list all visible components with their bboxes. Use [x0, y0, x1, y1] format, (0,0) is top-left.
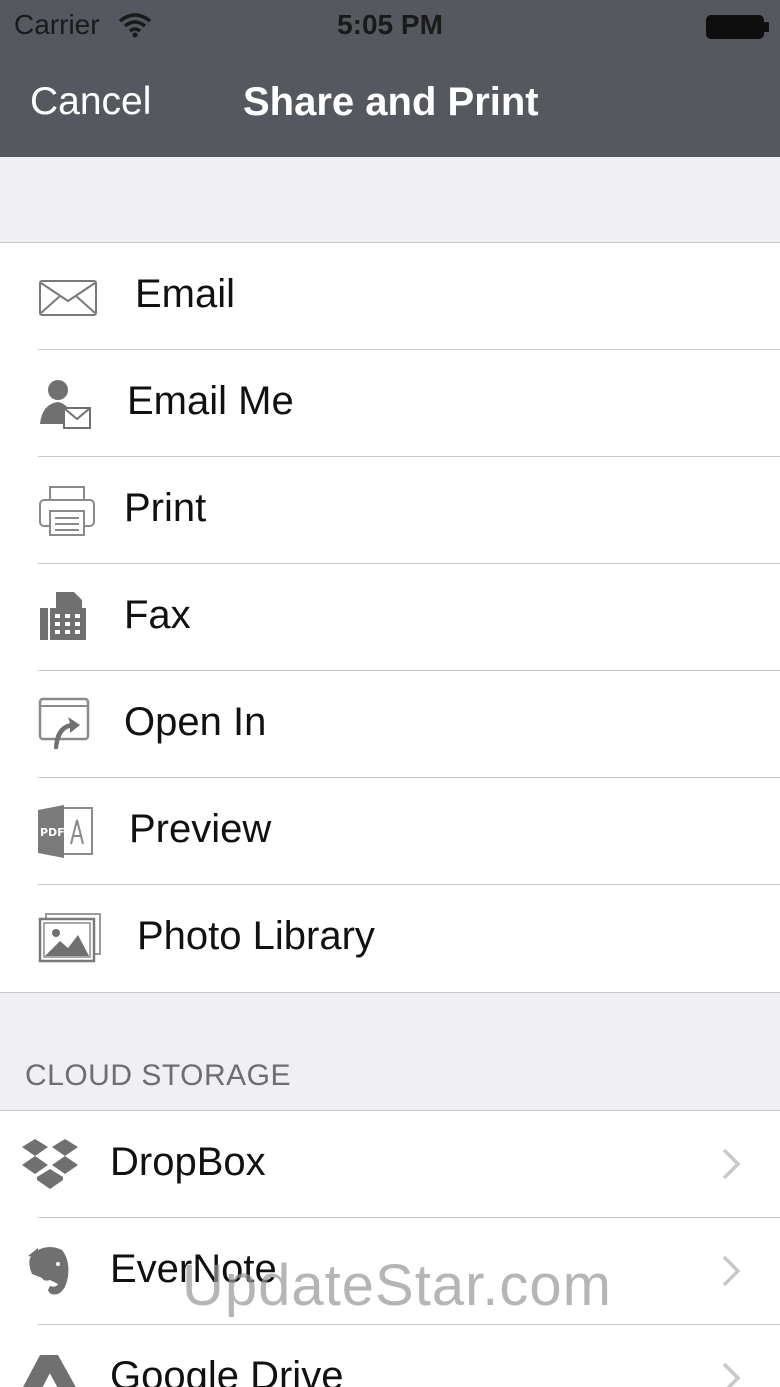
- list-item-dropbox[interactable]: DropBox: [0, 1111, 780, 1218]
- pdf-preview-icon: PDF: [38, 805, 93, 858]
- list-item-label: Email: [135, 272, 236, 316]
- status-time: 5:05 PM: [337, 9, 443, 40]
- evernote-icon: [28, 1247, 69, 1295]
- svg-text:PDF: PDF: [40, 826, 65, 839]
- list-item-open-in[interactable]: Open In: [0, 671, 780, 778]
- cloud-storage-list: DropBox EverNote Google Drive: [0, 1110, 780, 1387]
- status-bar: Carrier 5:05 PM: [0, 0, 780, 54]
- dropbox-icon: [22, 1139, 78, 1189]
- chevron-right-icon: [722, 1362, 741, 1387]
- list-item-label: Email Me: [127, 379, 294, 423]
- printer-icon: [39, 486, 95, 536]
- open-in-icon: [38, 697, 90, 749]
- list-item-label: DropBox: [110, 1140, 266, 1184]
- list-item-label: Print: [124, 486, 207, 530]
- list-item-print[interactable]: Print: [0, 457, 780, 564]
- list-item-preview[interactable]: PDF Preview: [0, 778, 780, 885]
- photo-library-icon: [38, 913, 101, 963]
- list-item-fax[interactable]: Fax: [0, 564, 780, 671]
- envelope-icon: [39, 280, 97, 316]
- list-item-label: Photo Library: [137, 914, 375, 958]
- page-title: Share and Print: [243, 80, 539, 124]
- fax-icon: [40, 592, 86, 640]
- watermark: UpdateStar.com: [182, 1253, 612, 1318]
- person-envelope-icon: [40, 380, 91, 429]
- section-header-cloud-storage: CLOUD STORAGE: [25, 1059, 291, 1092]
- chevron-right-icon: [722, 1255, 741, 1287]
- list-item-label: Fax: [124, 593, 191, 637]
- list-item-email[interactable]: Email: [0, 243, 780, 350]
- list-item-label: Google Drive: [110, 1354, 344, 1387]
- chevron-right-icon: [722, 1148, 741, 1180]
- list-item-email-me[interactable]: Email Me: [0, 350, 780, 457]
- list-item-photo-library[interactable]: Photo Library: [0, 885, 780, 992]
- list-item-label: Preview: [129, 807, 272, 851]
- battery-icon: [706, 15, 769, 39]
- share-options-list: Email Email Me Print Fax Open In PDF Pre…: [0, 242, 780, 993]
- cancel-button[interactable]: Cancel: [30, 80, 151, 124]
- list-item-google-drive[interactable]: Google Drive: [0, 1325, 780, 1387]
- navigation-bar: Carrier 5:05 PM Cancel Share and Print: [0, 0, 780, 157]
- list-item-label: Open In: [124, 700, 267, 744]
- google-drive-icon: [23, 1355, 76, 1387]
